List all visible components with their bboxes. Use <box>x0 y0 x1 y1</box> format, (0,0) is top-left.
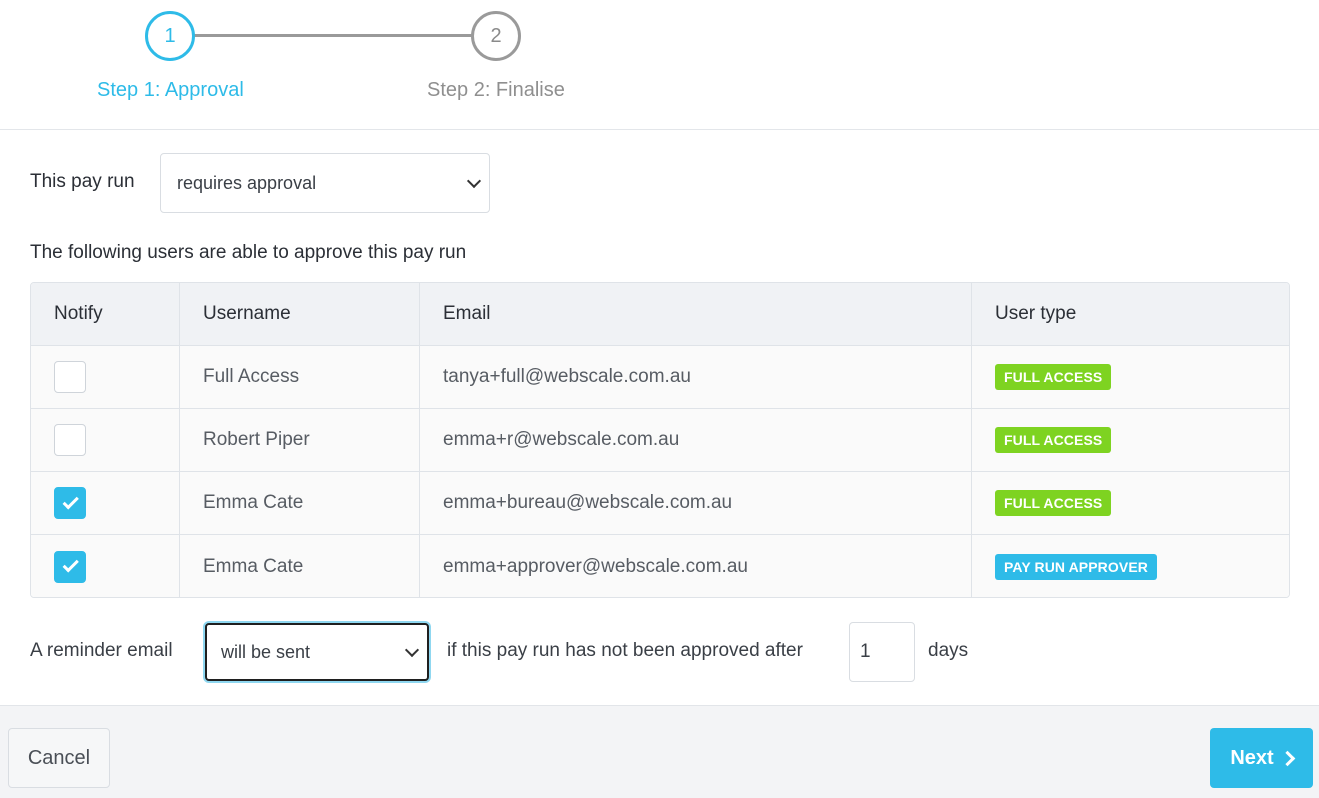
user-type-cell: FULL ACCESS <box>972 409 1289 471</box>
notify-cell <box>31 409 180 471</box>
user-type-cell: PAY RUN APPROVER <box>972 535 1289 597</box>
table-row: Emma Cate emma+bureau@webscale.com.au FU… <box>31 472 1289 535</box>
table-row: Emma Cate emma+approver@webscale.com.au … <box>31 535 1289 597</box>
email-cell: emma+approver@webscale.com.au <box>420 535 972 597</box>
reminder-days-input[interactable]: 1 <box>849 622 915 682</box>
stepper: 1 2 Step 1: Approval Step 2: Finalise <box>0 0 1319 130</box>
check-icon <box>62 492 79 510</box>
table-row: Robert Piper emma+r@webscale.com.au FULL… <box>31 409 1289 472</box>
user-type-badge: FULL ACCESS <box>995 364 1112 390</box>
user-type-badge: FULL ACCESS <box>995 427 1112 453</box>
step-1-circle[interactable]: 1 <box>145 11 195 61</box>
footer-bar: Cancel Next <box>0 705 1319 798</box>
step-2-label[interactable]: Step 2: Finalise <box>427 79 565 102</box>
next-button[interactable]: Next <box>1210 728 1313 788</box>
email-cell: tanya+full@webscale.com.au <box>420 346 972 408</box>
payrun-select-value: requires approval <box>177 172 317 193</box>
email-cell: emma+bureau@webscale.com.au <box>420 472 972 534</box>
email-cell: emma+r@webscale.com.au <box>420 409 972 471</box>
table-header-row: Notify Username Email User type <box>31 283 1289 346</box>
username-cell: Robert Piper <box>180 409 420 471</box>
cancel-button[interactable]: Cancel <box>8 728 110 788</box>
step-1-label[interactable]: Step 1: Approval <box>97 79 244 102</box>
notify-cell <box>31 472 180 534</box>
user-type-cell: FULL ACCESS <box>972 346 1289 408</box>
user-type-badge: FULL ACCESS <box>995 490 1112 516</box>
step-2-circle[interactable]: 2 <box>471 11 521 61</box>
next-button-label: Next <box>1230 746 1274 769</box>
approvers-heading: The following users are able to approve … <box>30 242 467 263</box>
payrun-label: This pay run <box>30 171 135 192</box>
column-header-user-type: User type <box>995 303 1077 324</box>
notify-cell <box>31 346 180 408</box>
column-header-username: Username <box>180 283 420 345</box>
notify-checkbox[interactable] <box>54 487 86 519</box>
approvers-table: Notify Username Email User type Full Acc… <box>30 282 1290 598</box>
username-cell: Full Access <box>180 346 420 408</box>
chevron-down-icon <box>404 642 420 658</box>
table-row: Full Access tanya+full@webscale.com.au F… <box>31 346 1289 409</box>
user-type-badge: PAY RUN APPROVER <box>995 553 1157 580</box>
reminder-condition-text: if this pay run has not been approved af… <box>447 640 803 661</box>
check-icon <box>62 556 79 573</box>
reminder-label: A reminder email <box>30 640 173 661</box>
user-type-cell: FULL ACCESS <box>972 472 1289 534</box>
step-connector <box>194 34 472 37</box>
username-cell: Emma Cate <box>180 472 420 534</box>
notify-checkbox[interactable] <box>54 550 86 583</box>
reminder-select-value: will be sent <box>221 641 311 662</box>
column-header-notify: Notify <box>31 283 180 345</box>
notify-cell <box>31 535 180 597</box>
reminder-select[interactable]: will be sent <box>205 623 429 681</box>
username-cell: Emma Cate <box>180 535 420 597</box>
days-label: days <box>928 640 969 661</box>
chevron-down-icon <box>466 173 482 189</box>
payrun-approval-select[interactable]: requires approval <box>160 153 490 213</box>
notify-checkbox[interactable] <box>54 361 86 393</box>
notify-checkbox[interactable] <box>54 424 86 456</box>
column-header-email: Email <box>420 283 972 345</box>
chevron-right-icon <box>1279 750 1295 766</box>
